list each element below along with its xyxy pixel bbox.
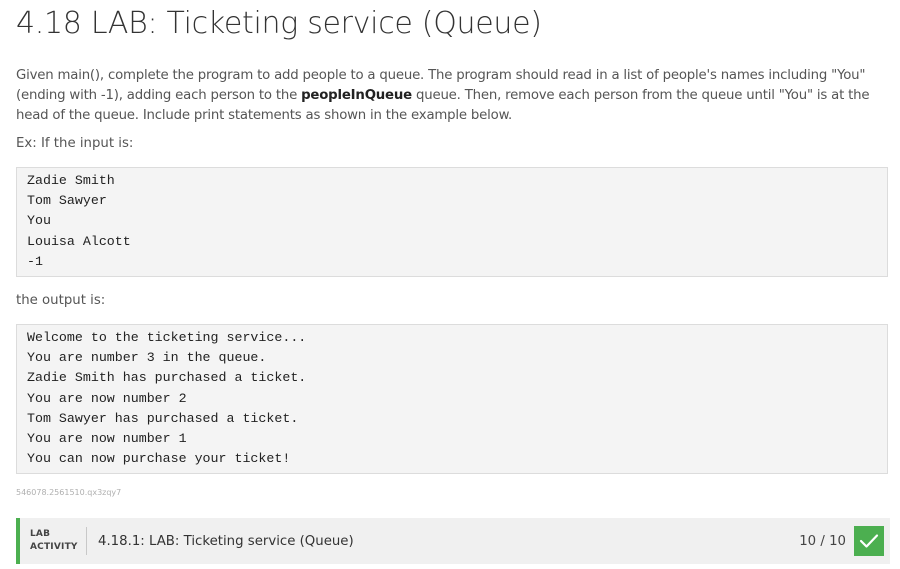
output-line: You are now number 1 [27,431,187,447]
checkmark-icon-svg [859,534,879,548]
example-output-label: the output is: [16,293,106,309]
output-line: You are number 3 in the queue. [27,350,267,366]
page: 4.18 LAB: Ticketing service (Queue) Give… [0,0,900,569]
input-line: Zadie Smith [27,173,115,188]
input-line: Tom Sawyer [27,193,107,209]
lab-description: Given main(), complete the program to ad… [16,66,896,126]
lab-score: 10 / 10 [799,533,846,549]
output-line: Welcome to the ticketing service... [27,330,307,346]
activity-id: 546078.2561510.qx3zqy7 [16,488,122,498]
lab-activity-tag: LAB ACTIVITY [20,528,86,554]
example-output-box: Welcome to the ticketing service... You a… [16,324,888,475]
example-input-box: Zadie Smith Tom Sawyer You Louisa Alcott -1 [16,167,888,278]
lab-activity-bar[interactable]: LAB ACTIVITY 4.18.1: LAB: Ticketing serv… [16,518,890,564]
description-bold-term: peopleInQueue [301,88,412,103]
lab-tag-line1: LAB [30,529,51,539]
input-line: Louisa Alcott [27,233,131,249]
input-line: -1 [27,253,43,269]
example-input-label: Ex: If the input is: [16,136,134,151]
output-line: Tom Sawyer has purchased a ticket. [27,410,299,426]
output-line: Zadie Smith has purchased a ticket. [27,370,307,386]
input-line: You [27,213,51,229]
output-line: You are now number 2 [27,390,187,406]
lab-divider [86,527,87,555]
output-line: You can now purchase your ticket! [27,451,291,467]
page-title: 4.18 LAB: Ticketing service (Queue) [16,6,542,41]
lab-activity-name[interactable]: 4.18.1: LAB: Ticketing service (Queue) [98,534,799,549]
lab-tag-line2: ACTIVITY [30,542,78,552]
checkmark-icon [854,526,884,556]
